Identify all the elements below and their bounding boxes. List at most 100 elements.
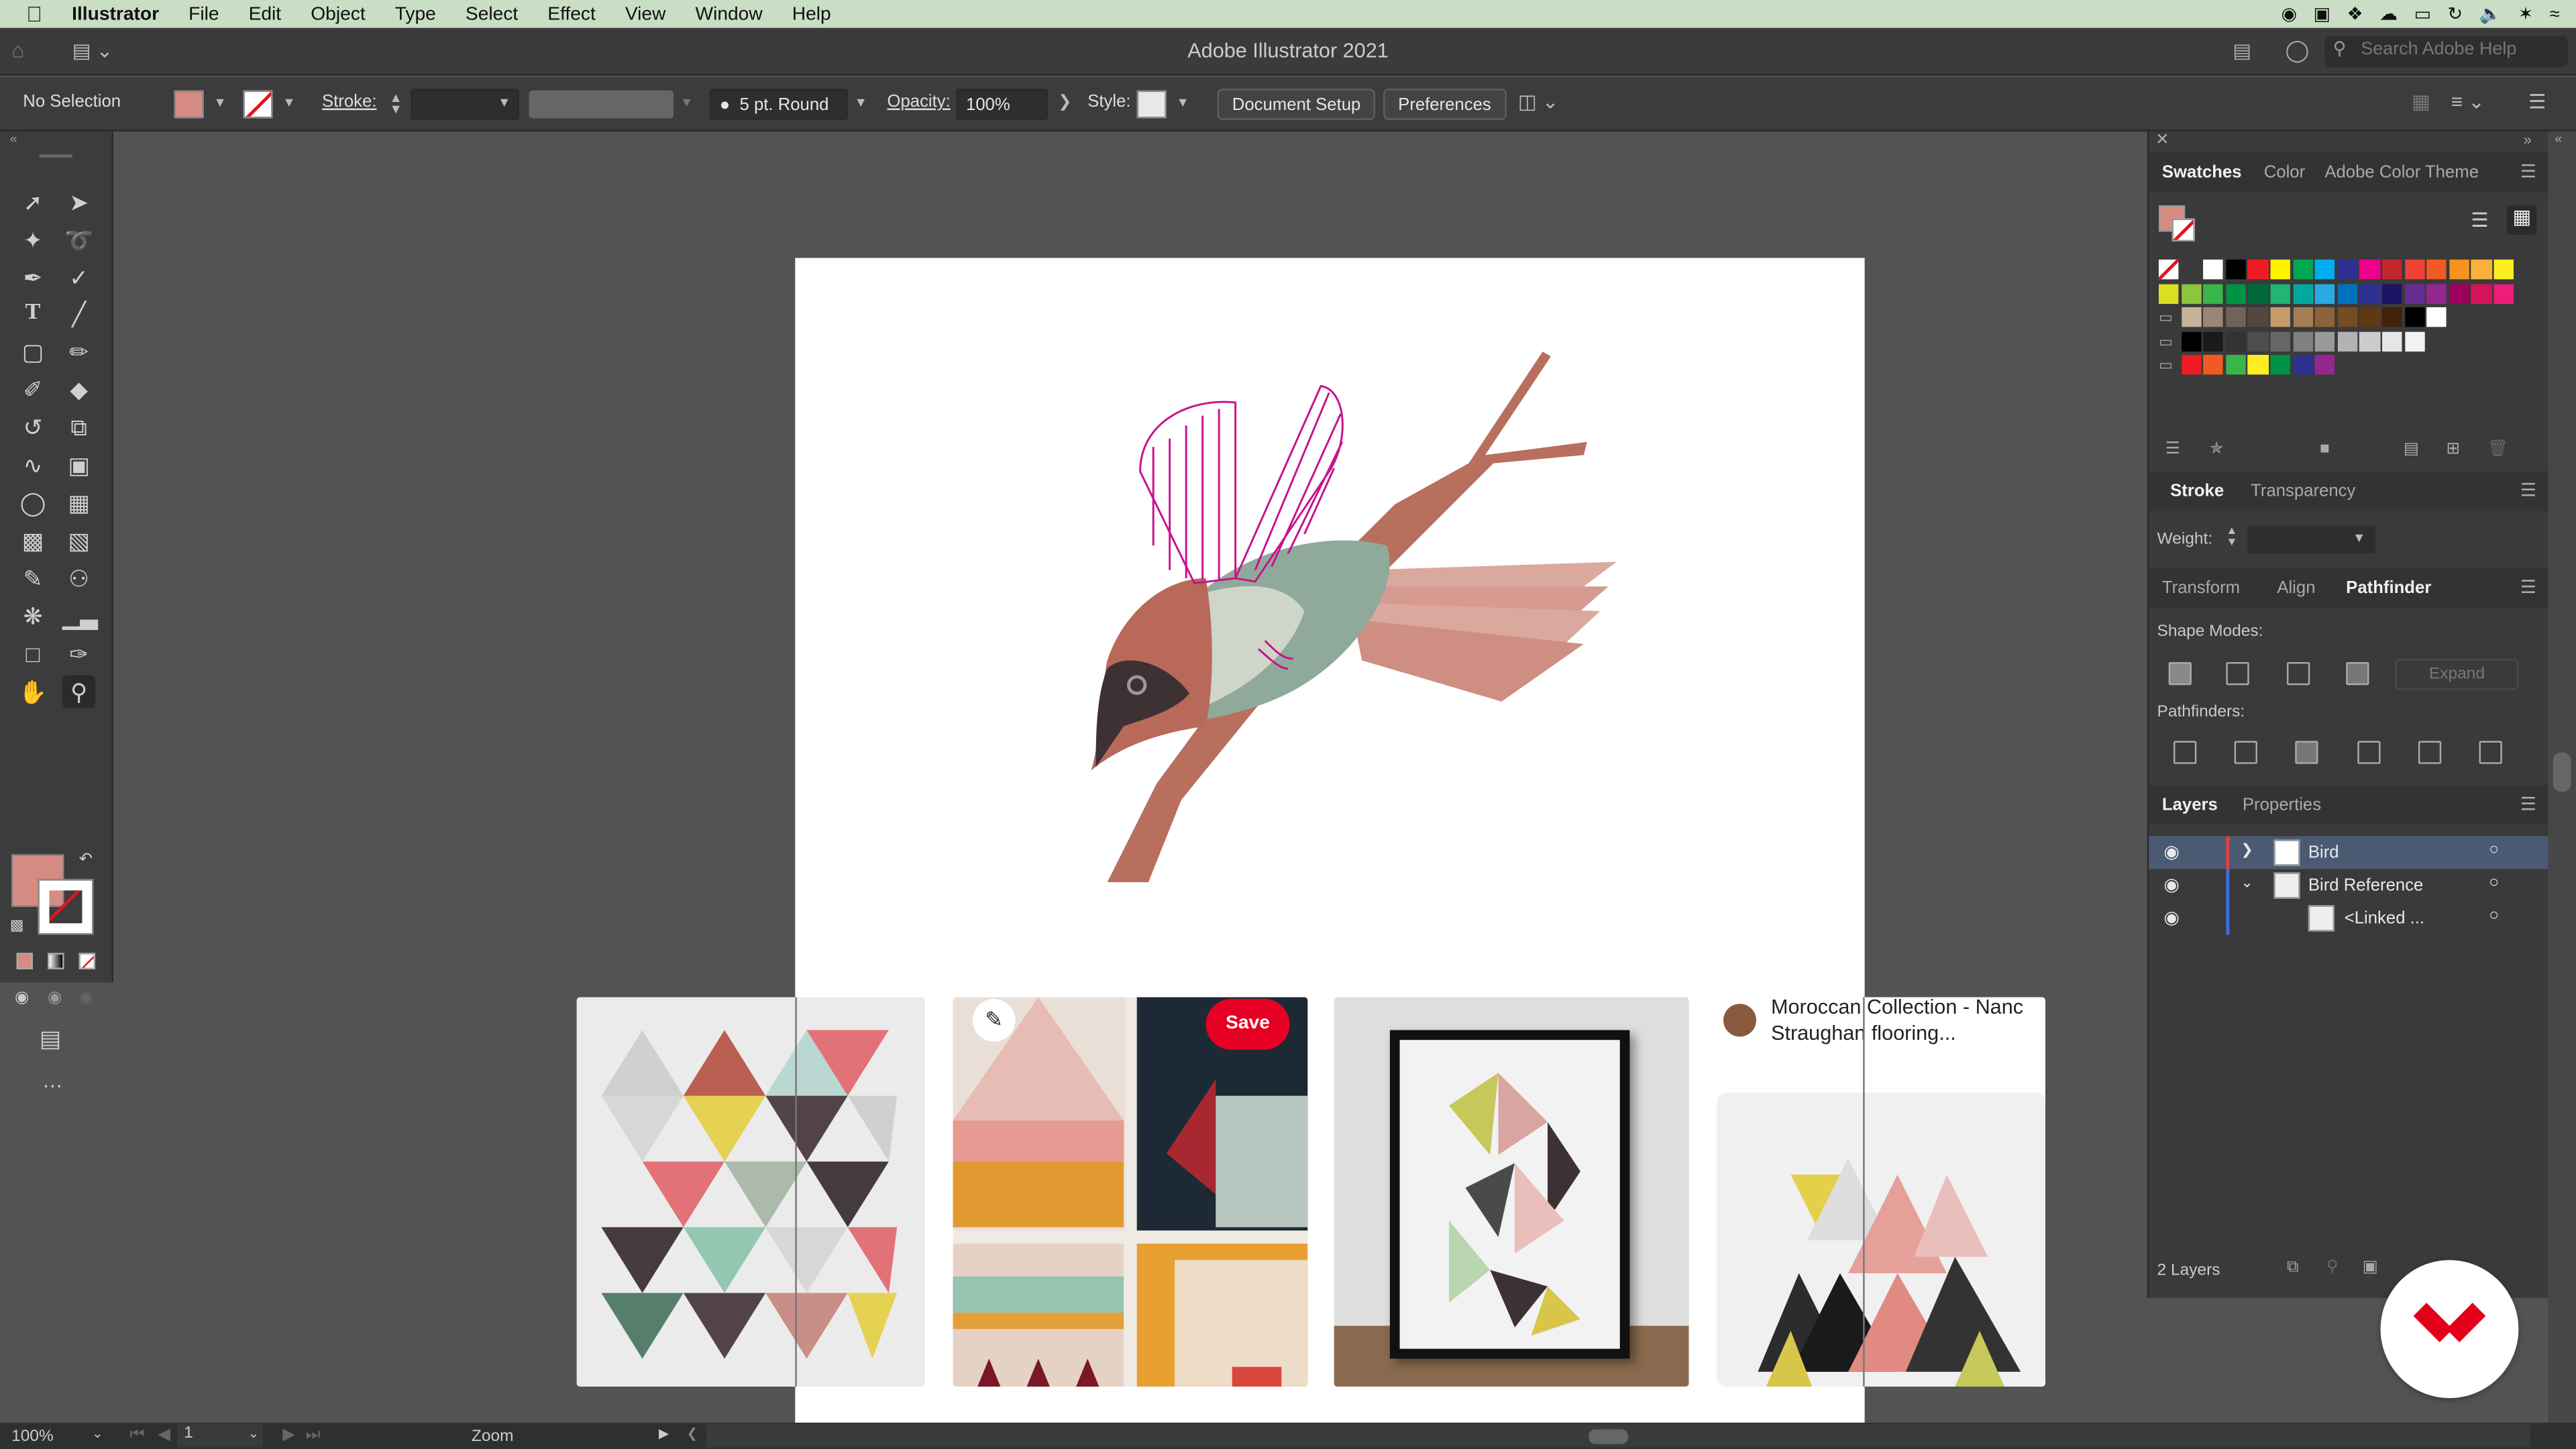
- lasso-tool-icon[interactable]: ➰: [62, 223, 95, 256]
- swatch[interactable]: [2181, 331, 2202, 352]
- swatch-stroke-indicator[interactable]: [2171, 218, 2195, 242]
- magic-wand-tool-icon[interactable]: ✦: [16, 223, 49, 256]
- swatch[interactable]: [2426, 307, 2447, 327]
- free-transform-tool-icon[interactable]: ▣: [62, 449, 95, 482]
- swatch-none[interactable]: [2158, 259, 2179, 280]
- rotate-tool-icon[interactable]: ↺: [16, 411, 49, 443]
- profile-dropdown-icon[interactable]: ▼: [680, 95, 693, 110]
- last-artboard-icon[interactable]: ⏭: [306, 1426, 321, 1444]
- wifi-icon[interactable]: ≈: [2550, 4, 2560, 23]
- swatch[interactable]: [2203, 354, 2224, 375]
- swatch[interactable]: [2404, 307, 2425, 327]
- zoom-tool-icon[interactable]: ⚲: [62, 675, 96, 708]
- swatch[interactable]: [2471, 259, 2492, 280]
- color-mode-icon[interactable]: [16, 953, 33, 969]
- delete-swatch-icon[interactable]: 🗑: [2487, 440, 2508, 458]
- merge-icon[interactable]: [2295, 741, 2318, 764]
- bird-illustration[interactable]: [795, 258, 1864, 981]
- swatch[interactable]: [2337, 331, 2358, 352]
- swap-fill-stroke-icon[interactable]: ↶: [79, 851, 93, 869]
- swatch[interactable]: [2270, 331, 2291, 352]
- expand-arrow-icon[interactable]: ❯: [2241, 841, 2253, 859]
- save-button[interactable]: Save: [1205, 998, 1290, 1050]
- tab-stroke[interactable]: Stroke: [2170, 482, 2224, 501]
- swatch[interactable]: [2382, 307, 2402, 327]
- layers-menu-icon[interactable]: ☰: [2520, 794, 2536, 814]
- reference-image-triangles-1[interactable]: [576, 997, 925, 1387]
- swatch[interactable]: [2248, 307, 2269, 327]
- stroke-weight-dropdown-icon[interactable]: ▼: [498, 95, 511, 110]
- outline-icon[interactable]: [2418, 741, 2442, 764]
- line-segment-tool-icon[interactable]: ╱: [62, 297, 95, 330]
- swatch[interactable]: [2181, 283, 2202, 304]
- discover-lightbulb-icon[interactable]: ◯: [2286, 38, 2310, 64]
- unite-icon[interactable]: [2168, 661, 2192, 686]
- brush-definition[interactable]: ● 5 pt. Round: [709, 89, 848, 120]
- swatch[interactable]: [2315, 259, 2335, 280]
- selection-tool-icon[interactable]: ➚: [16, 186, 49, 219]
- visibility-eye-icon[interactable]: ◉: [2163, 841, 2180, 862]
- tab-transform[interactable]: Transform: [2162, 578, 2240, 598]
- close-panel-icon[interactable]: ✕: [2155, 131, 2169, 150]
- swatch[interactable]: [2203, 259, 2224, 280]
- screen-mode-icon[interactable]: ▤: [40, 1025, 61, 1053]
- stroke-color-box[interactable]: [38, 879, 94, 935]
- expand-button[interactable]: Expand: [2395, 659, 2519, 690]
- swatch[interactable]: [2493, 259, 2514, 280]
- draw-inside-icon[interactable]: ◉: [79, 989, 93, 1007]
- swatch[interactable]: [2248, 259, 2269, 280]
- eyedropper-tool-icon[interactable]: ✎: [16, 562, 49, 595]
- stroke-dropdown-icon[interactable]: ▼: [282, 95, 295, 110]
- scroll-thumb[interactable]: [2553, 752, 2571, 792]
- menu-app-name[interactable]: Illustrator: [57, 4, 174, 23]
- weight-stepper-icon[interactable]: ▲ ▼: [2226, 526, 2237, 549]
- swatches-menu-icon[interactable]: ☰: [2520, 161, 2536, 182]
- trim-icon[interactable]: [2234, 741, 2257, 764]
- swatch[interactable]: [2337, 307, 2358, 327]
- width-tool-icon[interactable]: ∿: [16, 449, 49, 482]
- swatch[interactable]: [2382, 259, 2402, 280]
- document-setup-button[interactable]: Document Setup: [1217, 89, 1376, 120]
- perspective-grid-tool-icon[interactable]: ▦: [62, 486, 95, 519]
- swatch[interactable]: [2270, 259, 2291, 280]
- tab-adobe-color-theme[interactable]: Adobe Color Theme: [2324, 162, 2479, 182]
- time-machine-icon[interactable]: ↻: [2448, 3, 2463, 25]
- gradient-tool-icon[interactable]: ▧: [62, 524, 95, 557]
- swatch[interactable]: [2404, 283, 2425, 304]
- swatch[interactable]: [2203, 283, 2224, 304]
- swatch[interactable]: [2181, 354, 2202, 375]
- variable-width-profile[interactable]: [529, 90, 674, 119]
- collect-for-export-icon[interactable]: ⧉: [2287, 1258, 2298, 1277]
- swatch[interactable]: [2248, 283, 2269, 304]
- swatch[interactable]: [2248, 331, 2269, 352]
- direct-selection-tool-icon[interactable]: ➤: [62, 186, 95, 219]
- menu-type[interactable]: Type: [380, 4, 451, 23]
- opacity-field[interactable]: 100%: [956, 89, 1049, 120]
- pin-title[interactable]: Moroccan Collection - Nanc Straughan flo…: [1771, 998, 2045, 1046]
- stroke-stepper-icon[interactable]: ▲ ▼: [389, 91, 402, 116]
- fill-dropdown-icon[interactable]: ▼: [213, 95, 226, 110]
- tab-layers[interactable]: Layers: [2162, 795, 2218, 814]
- volume-icon[interactable]: 🔈: [2479, 3, 2502, 25]
- crop-icon[interactable]: [2357, 741, 2381, 764]
- swatch[interactable]: [2404, 259, 2425, 280]
- swatch[interactable]: [2225, 283, 2246, 304]
- swatch-kinds-icon[interactable]: ✯: [2210, 440, 2224, 458]
- preferences-button[interactable]: Preferences: [1383, 89, 1506, 120]
- align-icon[interactable]: ▦: [2412, 91, 2430, 113]
- symbol-sprayer-tool-icon[interactable]: ❋: [16, 600, 49, 633]
- record-icon[interactable]: ◉: [2281, 3, 2297, 25]
- hand-tool-icon[interactable]: ✋: [16, 676, 49, 708]
- clipping-mask-icon[interactable]: ▣: [2363, 1258, 2378, 1277]
- artboard-dropdown-icon[interactable]: ⌄: [248, 1426, 259, 1441]
- swatch[interactable]: [2382, 331, 2402, 352]
- visibility-eye-icon[interactable]: ◉: [2163, 907, 2180, 928]
- exclude-icon[interactable]: [2346, 661, 2369, 686]
- horizontal-scrollbar[interactable]: [706, 1424, 2530, 1448]
- divide-icon[interactable]: [2174, 741, 2197, 764]
- stroke-label[interactable]: Stroke:: [322, 92, 376, 111]
- swatch[interactable]: [2359, 259, 2380, 280]
- status-menu-arrow-icon[interactable]: ▶: [659, 1426, 669, 1441]
- shaper-tool-icon[interactable]: ✐: [16, 373, 49, 406]
- new-swatch-icon[interactable]: ⊞: [2447, 440, 2461, 458]
